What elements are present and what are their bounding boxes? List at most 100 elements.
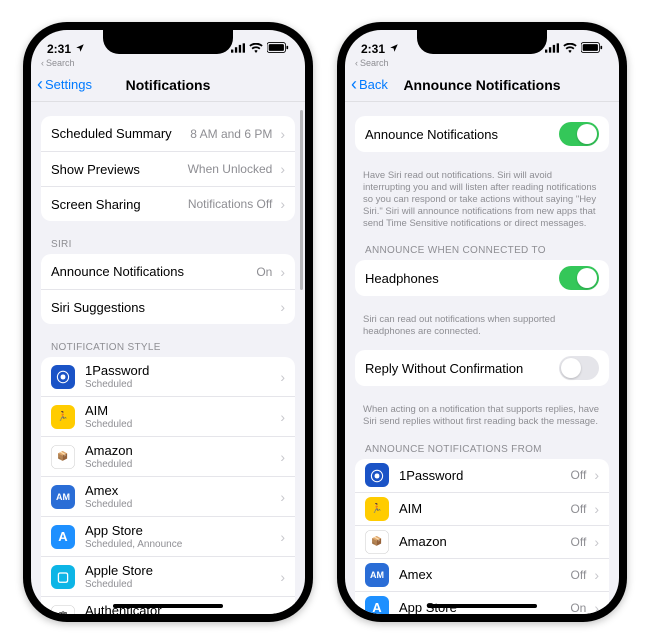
chevron-right-icon: › [280,126,285,142]
app-row[interactable]: A App Store Scheduled, Announce › [41,516,295,556]
chevron-right-icon: › [280,264,285,280]
app-subtitle: Scheduled [85,379,276,390]
group-siri: Announce Notifications On ›Siri Suggesti… [41,254,295,324]
app-row[interactable]: 📦 Amazon Off › [355,525,609,558]
location-icon [389,42,399,56]
row-value: Notifications Off [188,197,272,211]
chevron-right-icon: › [280,369,285,385]
app-row[interactable]: AM Amex Off › [355,558,609,591]
row-value: 8 AM and 6 PM [190,127,272,141]
chevron-left-icon: ‹ [351,74,357,95]
battery-icon [581,42,603,56]
app-icon: 📦 [51,445,75,469]
settings-row[interactable]: Siri Suggestions › [41,289,295,324]
section-header-from: ANNOUNCE NOTIFICATIONS FROM [345,440,619,459]
app-row[interactable]: AM Amex Scheduled › [41,476,295,516]
footer-main: Have Siri read out notifications. Siri w… [345,166,619,241]
app-icon: ⦿ [51,365,75,389]
group-headphones: Headphones [355,260,609,296]
app-icon: 🏃 [365,497,389,521]
section-header-style: NOTIFICATION STYLE [31,338,305,357]
wifi-icon [249,42,263,56]
nav-header: ‹ Back Announce Notifications [345,68,619,102]
nav-header: ‹ Settings Notifications [31,68,305,102]
chevron-left-icon: ‹ [41,58,44,68]
chevron-right-icon: › [594,501,599,517]
chevron-right-icon: › [280,449,285,465]
row-reply-toggle[interactable]: Reply Without Confirmation [355,350,609,386]
toggle-announce[interactable] [559,122,599,146]
app-value: Off [571,468,587,482]
section-header-connected: ANNOUNCE WHEN CONNECTED TO [345,241,619,260]
home-indicator[interactable] [427,604,537,608]
chevron-right-icon: › [594,467,599,483]
chevron-right-icon: › [280,529,285,545]
back-button[interactable]: ‹ Back [351,68,388,101]
row-label: Siri Suggestions [51,300,272,315]
app-value: On [570,601,586,614]
app-subtitle: Scheduled [85,459,276,470]
chevron-right-icon: › [280,569,285,585]
group-apps: ⦿ 1Password Scheduled ›🏃 AIM Scheduled ›… [41,357,295,614]
app-name: 1Password [85,363,276,378]
breadcrumb[interactable]: ‹ Search [31,58,305,68]
battery-icon [267,42,289,56]
app-name: App Store [85,523,276,538]
app-subtitle: Scheduled [85,579,276,590]
chevron-right-icon: › [280,299,285,315]
scrollbar[interactable] [300,110,303,290]
app-icon: AM [51,485,75,509]
chevron-right-icon: › [280,409,285,425]
app-value: Off [571,568,587,582]
app-name: Amex [399,567,571,582]
app-row[interactable]: ⦿ 1Password Off › [355,459,609,492]
app-row[interactable]: ⦿ 1Password Scheduled › [41,357,295,396]
app-icon: 📦 [365,530,389,554]
group-from-apps: ⦿ 1Password Off ›🏃 AIM Off ›📦 Amazon Off… [355,459,609,614]
group-main-toggle: Announce Notifications [355,116,609,152]
chevron-right-icon: › [594,567,599,583]
chevron-left-icon: ‹ [37,74,43,95]
section-header-siri: SIRI [31,235,305,254]
group-reply: Reply Without Confirmation [355,350,609,386]
chevron-right-icon: › [280,489,285,505]
toggle-reply[interactable] [559,356,599,380]
row-headphones-toggle[interactable]: Headphones [355,260,609,296]
toggle-headphones[interactable] [559,266,599,290]
app-name: AIM [399,501,571,516]
app-subtitle: Scheduled [85,419,276,430]
notch [417,30,547,54]
settings-row[interactable]: Show Previews When Unlocked › [41,151,295,186]
app-value: Off [571,535,587,549]
clock: 2:31 [361,42,385,56]
chevron-right-icon: › [594,600,599,614]
page-title: Notifications [126,77,211,93]
group-general: Scheduled Summary 8 AM and 6 PM ›Show Pr… [41,116,295,221]
app-icon: A [365,596,389,614]
settings-row[interactable]: Scheduled Summary 8 AM and 6 PM › [41,116,295,151]
app-icon: A [51,525,75,549]
home-indicator[interactable] [113,604,223,608]
wifi-icon [563,42,577,56]
app-row[interactable]: 🏃 AIM Scheduled › [41,396,295,436]
row-label: Show Previews [51,162,188,177]
row-value: When Unlocked [188,162,273,176]
app-name: Amazon [399,534,571,549]
app-row[interactable]: 📦 Amazon Scheduled › [41,436,295,476]
settings-row[interactable]: Screen Sharing Notifications Off › [41,186,295,221]
app-row[interactable]: A App Store On › [355,591,609,614]
chevron-left-icon: ‹ [355,58,358,68]
app-name: Apple Store [85,563,276,578]
app-row[interactable]: ▢ Apple Store Scheduled › [41,556,295,596]
row-announce-toggle[interactable]: Announce Notifications [355,116,609,152]
app-row[interactable]: 🏃 AIM Off › [355,492,609,525]
app-name: Amazon [85,443,276,458]
row-label: Announce Notifications [51,264,256,279]
settings-row[interactable]: Announce Notifications On › [41,254,295,289]
app-subtitle: Scheduled [85,499,276,510]
app-icon: 🛡 [51,605,75,615]
app-icon: 🏃 [51,405,75,429]
breadcrumb[interactable]: ‹ Search [345,58,619,68]
signal-icon [545,42,559,56]
back-button[interactable]: ‹ Settings [37,68,92,101]
